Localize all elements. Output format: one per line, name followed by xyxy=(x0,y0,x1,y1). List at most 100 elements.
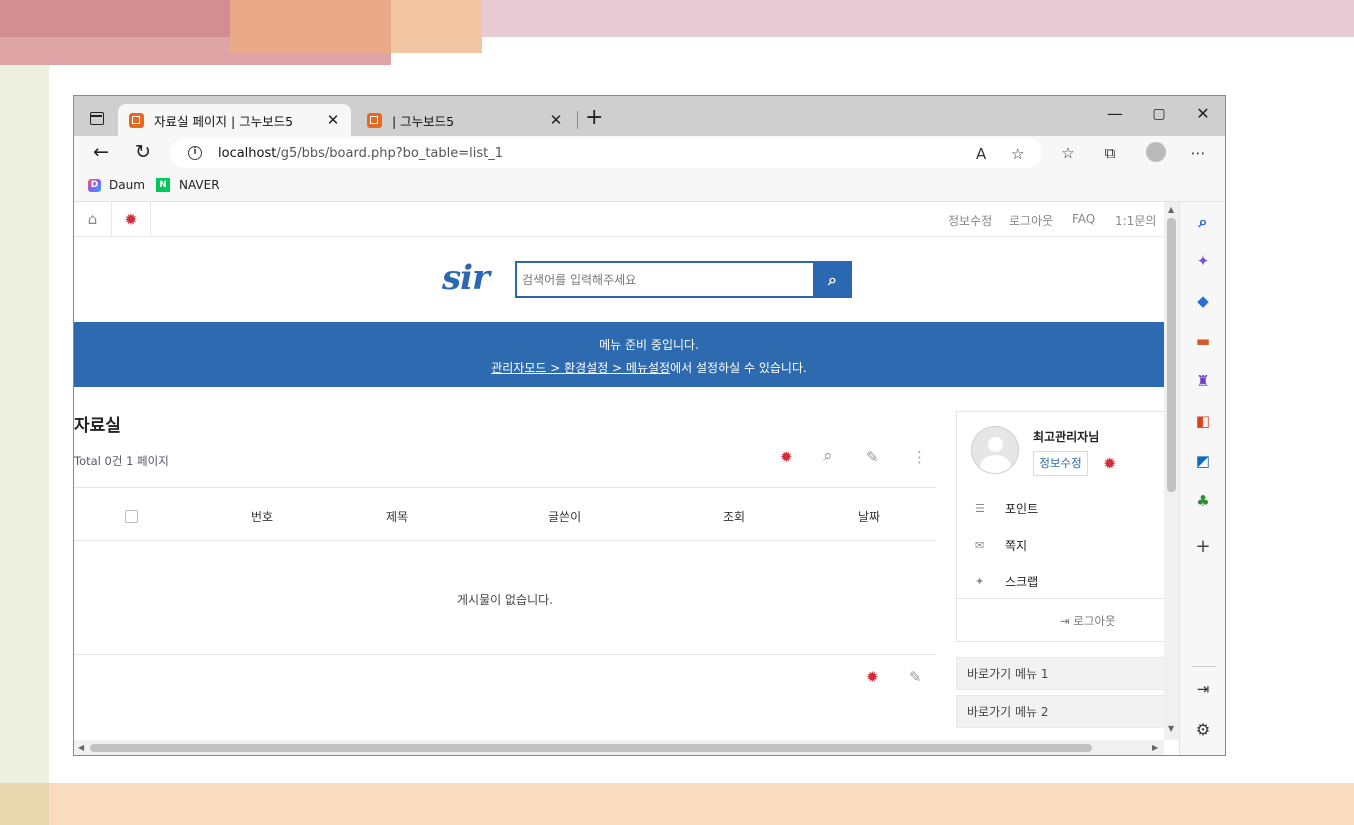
empty-message: 게시물이 없습니다. xyxy=(457,593,553,607)
table-header: 번호 제목 글쓴이 조회 날짜 xyxy=(74,487,936,541)
daum-logo-icon: D xyxy=(88,178,101,192)
back-arrow-icon[interactable]: ← xyxy=(88,141,114,163)
add-sidebar-app-icon[interactable]: + xyxy=(1180,536,1225,557)
games-icon[interactable]: ♜ xyxy=(1180,372,1225,390)
edit-info-button[interactable]: 정보수정 xyxy=(1033,451,1088,476)
collections-icon[interactable]: ⧉ xyxy=(1098,144,1122,162)
gnuboard-favicon-icon xyxy=(129,112,144,128)
select-all-checkbox[interactable] xyxy=(125,510,138,523)
maximize-icon[interactable]: ▢ xyxy=(1144,106,1174,122)
sidebox-logout-link[interactable]: ⇥ 로그아웃 xyxy=(1060,613,1116,629)
bookmark-naver[interactable]: N NAVER xyxy=(156,178,220,192)
background-left-band xyxy=(0,65,49,825)
copilot-sparkle-icon[interactable]: ✦ xyxy=(1180,252,1225,270)
close-tab-icon[interactable]: ✕ xyxy=(546,111,566,129)
col-hits[interactable]: 조회 xyxy=(723,508,745,525)
browser-window: 자료실 페이지 | 그누보드5 ✕ | 그누보드5 ✕ + — ▢ ✕ ← ↻ … xyxy=(73,95,1226,756)
address-toolbar: ← ↻ i localhost/g5/bbs/board.php?bo_tabl… xyxy=(74,136,1225,170)
nav-inquiry[interactable]: 1:1문의 xyxy=(1115,212,1156,229)
profile-avatar-icon[interactable] xyxy=(1146,142,1166,162)
tab-title: | 그누보드5 xyxy=(392,113,455,129)
search-form: ⌕ xyxy=(515,261,852,298)
scroll-up-arrow-icon[interactable]: ▲ xyxy=(1168,205,1174,214)
tab-active[interactable]: 자료실 페이지 | 그누보드5 ✕ xyxy=(118,104,351,136)
admin-gear-icon[interactable]: ✹ xyxy=(112,202,151,237)
empty-list-row: 게시물이 없습니다. xyxy=(74,541,936,655)
office-icon[interactable]: ◧ xyxy=(1180,412,1225,430)
board-admin-gear-icon[interactable]: ✹ xyxy=(780,448,793,466)
horizontal-scroll-thumb[interactable] xyxy=(90,744,1092,752)
envelope-icon: ✉ xyxy=(975,539,985,552)
new-tab-icon[interactable]: + xyxy=(585,106,603,130)
col-subject[interactable]: 제목 xyxy=(386,508,408,525)
sidebox-item-memo[interactable]: ✉ 쪽지 xyxy=(975,537,1027,554)
top-nav: ⌂ ✹ 정보수정 로그아웃 FAQ 1:1문의 xyxy=(74,202,1164,237)
background-block xyxy=(0,783,49,825)
outlook-icon[interactable]: ◩ xyxy=(1180,452,1225,470)
menu-notice-detail: 관리자모드 > 환경설정 > 메뉴설정에서 설정하실 수 있습니다. xyxy=(491,361,807,375)
bookmarks-bar: D Daum N NAVER xyxy=(74,170,1225,202)
bookmark-daum[interactable]: D Daum xyxy=(88,178,145,192)
home-icon[interactable]: ⌂ xyxy=(74,202,112,237)
member-sidebox: 최고관리자님 정보수정 ✹ ☰ 포인트 ✉ 쪽지 ✦ 스크랩 ⇥ 로그아웃 xyxy=(956,411,1164,642)
menu-setting-link[interactable]: 관리자모드 > 환경설정 > 메뉴설정 xyxy=(491,361,670,375)
more-menu-icon[interactable]: ⋯ xyxy=(1186,144,1210,162)
address-bar[interactable]: i localhost/g5/bbs/board.php?bo_table=li… xyxy=(170,138,1042,168)
tab-strip: 자료실 페이지 | 그누보드5 ✕ | 그누보드5 ✕ + — ▢ ✕ xyxy=(74,96,1225,136)
nav-faq[interactable]: FAQ xyxy=(1072,212,1095,226)
close-tab-icon[interactable]: ✕ xyxy=(323,111,343,129)
col-date[interactable]: 날짜 xyxy=(858,508,880,525)
quick-menu-item[interactable]: 바로가기 메뉴 1 xyxy=(956,657,1164,690)
add-favorite-icon[interactable]: ☆ xyxy=(1011,145,1024,163)
url-text: localhost/g5/bbs/board.php?bo_table=list… xyxy=(218,145,504,161)
search-input[interactable] xyxy=(517,263,813,296)
scroll-right-arrow-icon[interactable]: ▶ xyxy=(1152,743,1158,752)
settings-gear-icon[interactable]: ⚙ xyxy=(1180,720,1225,739)
tab-inactive[interactable]: | 그누보드5 ✕ xyxy=(356,104,574,136)
window-close-icon[interactable]: ✕ xyxy=(1188,104,1218,123)
refresh-icon[interactable]: ↻ xyxy=(130,141,156,163)
member-name: 최고관리자님 xyxy=(1033,430,1100,444)
tab-title: 자료실 페이지 | 그누보드5 xyxy=(154,113,294,129)
nav-logout[interactable]: 로그아웃 xyxy=(1009,212,1053,229)
main-menu-bar: 메뉴 준비 중입니다. 관리자모드 > 환경설정 > 메뉴설정에서 설정하실 수… xyxy=(74,322,1164,387)
search-icon[interactable]: ⌕ xyxy=(1180,212,1225,232)
vertical-scrollbar[interactable]: ▲ ▼ xyxy=(1164,202,1179,740)
scroll-left-arrow-icon[interactable]: ◀ xyxy=(78,743,84,752)
col-number: 번호 xyxy=(251,510,274,524)
background-block xyxy=(0,0,230,37)
avatar xyxy=(971,426,1019,474)
menu-notice: 메뉴 준비 중입니다. xyxy=(599,338,699,352)
sidebox-item-point[interactable]: ☰ 포인트 xyxy=(975,500,1038,517)
favorites-icon[interactable]: ☆ xyxy=(1056,144,1080,162)
gnuboard-favicon-icon xyxy=(367,112,382,128)
sidebox-item-scrap[interactable]: ✦ 스크랩 xyxy=(975,573,1038,590)
write-pencil-icon[interactable]: ✎ xyxy=(866,448,879,466)
write-pencil-icon[interactable]: ✎ xyxy=(909,668,922,686)
minimize-icon[interactable]: — xyxy=(1100,104,1130,123)
board-search-icon[interactable]: ⌕ xyxy=(823,446,833,466)
site-logo[interactable]: sir xyxy=(442,258,490,298)
sidebox-divider xyxy=(957,598,1164,599)
read-aloud-icon[interactable]: A xyxy=(976,145,986,163)
tree-icon[interactable]: ♣ xyxy=(1180,492,1225,510)
shopping-tag-icon[interactable]: ◆ xyxy=(1180,292,1225,310)
horizontal-scrollbar[interactable]: ◀ ▶ xyxy=(74,740,1164,755)
site-info-icon[interactable]: i xyxy=(188,146,202,160)
tools-briefcase-icon[interactable]: ▬ xyxy=(1180,332,1225,350)
vertical-scroll-thumb[interactable] xyxy=(1167,218,1176,492)
hide-sidebar-icon[interactable]: ⇥ xyxy=(1180,680,1225,698)
search-icon: ⌕ xyxy=(828,270,837,289)
scroll-down-arrow-icon[interactable]: ▼ xyxy=(1168,724,1174,733)
quick-menu-item[interactable]: 바로가기 메뉴 2 xyxy=(956,695,1164,728)
admin-gear-icon[interactable]: ✹ xyxy=(1103,454,1116,473)
board-options-icon[interactable]: ⋮ xyxy=(912,448,927,466)
board-admin-gear-icon[interactable]: ✹ xyxy=(866,668,879,686)
tab-actions-icon[interactable] xyxy=(90,112,104,125)
search-button[interactable]: ⌕ xyxy=(813,263,852,296)
edge-sidebar: ⌕ ✦ ◆ ▬ ♜ ◧ ◩ ♣ + ⇥ ⚙ xyxy=(1179,202,1225,755)
pin-icon: ✦ xyxy=(975,575,985,588)
nav-edit-info[interactable]: 정보수정 xyxy=(948,212,992,229)
col-writer: 글쓴이 xyxy=(548,510,582,524)
background-block xyxy=(230,0,391,53)
